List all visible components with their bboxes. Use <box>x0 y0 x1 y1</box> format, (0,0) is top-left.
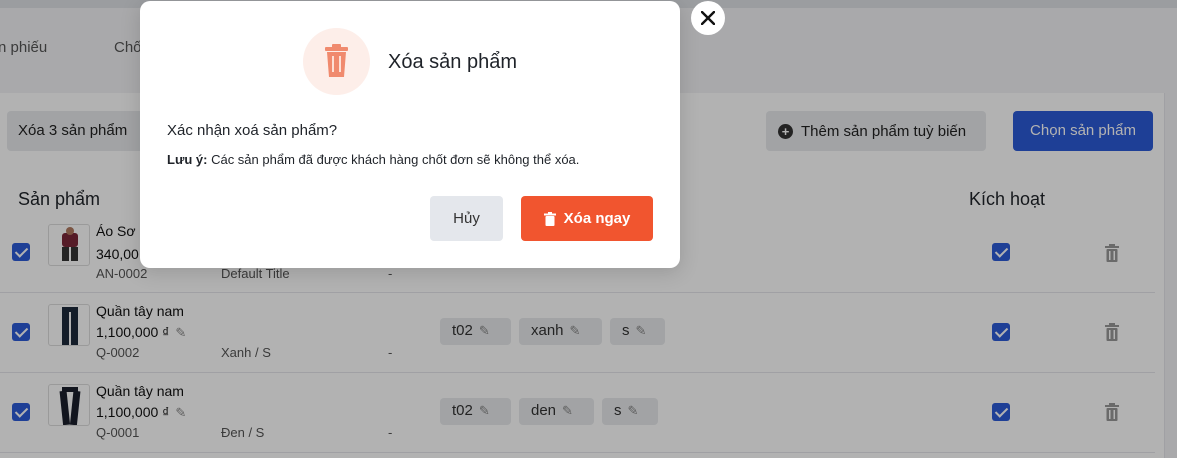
delete-confirm-dialog: Xóa sản phẩm Xác nhận xoá sản phẩm? Lưu … <box>140 1 680 268</box>
cancel-button[interactable]: Hủy <box>430 196 503 241</box>
dialog-note: Lưu ý: Các sản phẩm đã được khách hàng c… <box>167 152 579 167</box>
close-icon <box>701 11 715 25</box>
dialog-note-text: Các sản phẩm đã được khách hàng chốt đơn… <box>207 152 580 167</box>
dialog-title: Xóa sản phẩm <box>388 51 517 73</box>
dialog-note-label: Lưu ý: <box>167 152 208 167</box>
modal-icon-badge <box>303 28 370 95</box>
dialog-question: Xác nhận xoá sản phẩm? <box>167 122 338 139</box>
close-dialog-button[interactable] <box>691 1 725 35</box>
trash-icon <box>543 211 556 226</box>
confirm-delete-label: Xóa ngay <box>563 210 631 227</box>
trash-icon <box>325 44 348 77</box>
confirm-delete-button[interactable]: Xóa ngay <box>521 196 653 241</box>
